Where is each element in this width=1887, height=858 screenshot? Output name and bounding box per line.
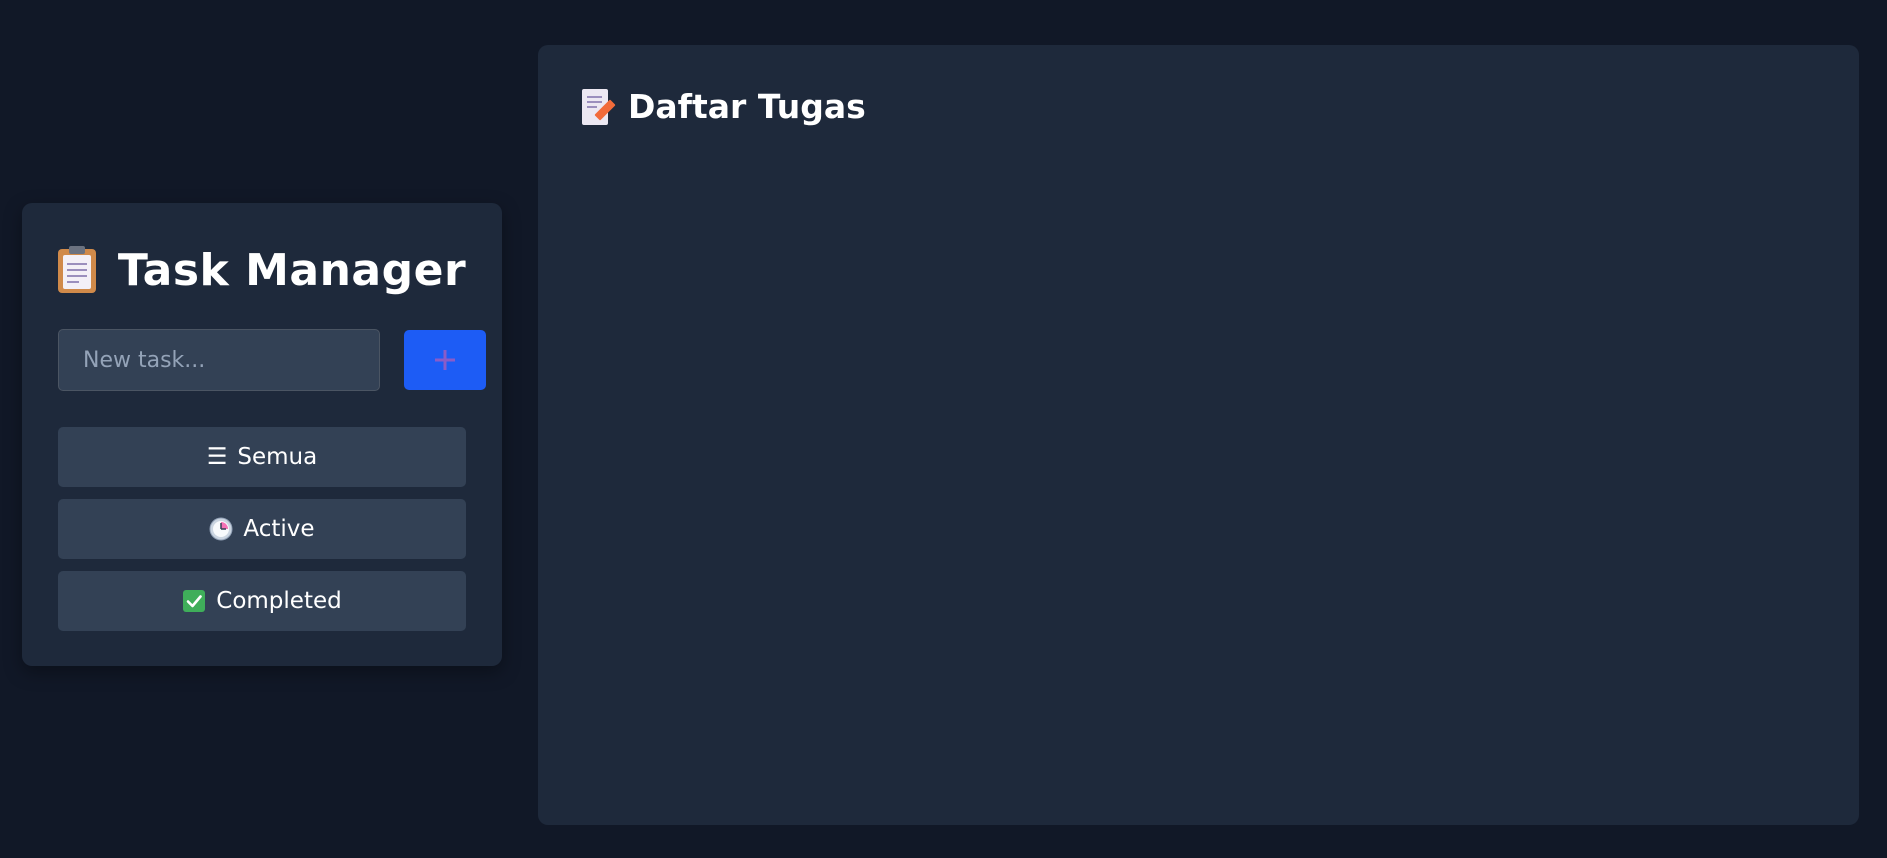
filter-completed-button[interactable]: Completed — [58, 571, 466, 631]
add-task-button[interactable] — [404, 330, 486, 390]
memo-icon — [582, 88, 616, 125]
clipboard-icon — [57, 245, 96, 293]
check-icon — [183, 590, 206, 612]
list-icon: ☰ — [206, 444, 228, 470]
task-list-panel: Daftar Tugas — [538, 45, 1859, 825]
app-title: Task Manager — [22, 245, 502, 296]
filter-active-button[interactable]: Active — [58, 499, 466, 559]
task-list-header: Daftar Tugas — [582, 87, 866, 126]
clock-icon — [209, 517, 233, 541]
new-task-input[interactable] — [58, 329, 380, 391]
plus-icon — [435, 350, 455, 370]
filter-completed-label: Completed — [216, 588, 342, 614]
filter-active-label: Active — [243, 516, 315, 542]
filter-all-label: Semua — [237, 444, 318, 470]
app-title-text: Task Manager — [117, 245, 467, 296]
sidebar-card: Task Manager ☰ Semua Active Completed — [22, 203, 502, 666]
task-list-title: Daftar Tugas — [628, 87, 866, 126]
filter-all-button[interactable]: ☰ Semua — [58, 427, 466, 487]
